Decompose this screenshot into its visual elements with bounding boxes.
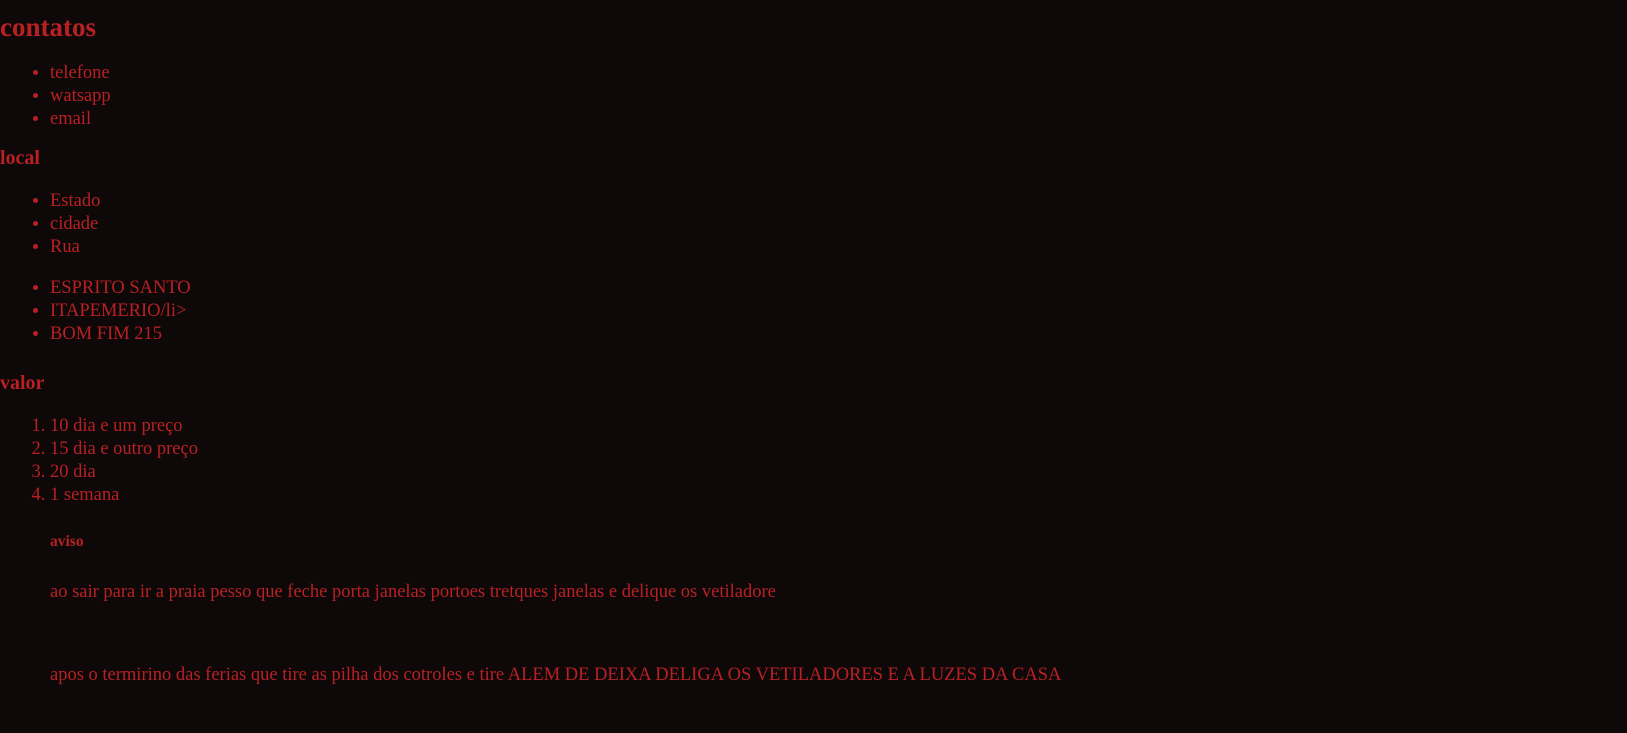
list-item-email: email: [50, 108, 1627, 131]
list-item-telefone: telefone: [50, 62, 1627, 85]
aviso-heading: aviso: [50, 533, 84, 550]
list-item-valor-1: 10 dia e um preço: [50, 415, 1627, 438]
local-heading: local: [0, 147, 40, 169]
list-item-estado: Estado: [50, 190, 1627, 213]
valor-heading: valor: [0, 372, 45, 394]
local-values-list: ESPRITO SANTO ITAPEMERIO/li> BOM FIM 215: [0, 277, 1627, 346]
list-item-estado-value: ESPRITO SANTO: [50, 277, 1627, 300]
list-item-rua-value: BOM FIM 215: [50, 323, 1627, 346]
aviso-paragraph-2: apos o termirino das ferias que tire as …: [50, 665, 1062, 685]
list-item-watsapp: watsapp: [50, 85, 1627, 108]
list-item-cidade-value: ITAPEMERIO/li>: [50, 300, 1627, 323]
list-item-valor-4: 1 semana: [50, 484, 1627, 507]
valor-list: 10 dia e um preço 15 dia e outro preço 2…: [0, 415, 1627, 507]
contatos-list: telefone watsapp email: [0, 62, 1627, 131]
contatos-heading: contatos: [0, 12, 96, 42]
list-item-valor-2: 15 dia e outro preço: [50, 438, 1627, 461]
list-item-valor-3: 20 dia: [50, 461, 1627, 484]
list-item-rua: Rua: [50, 236, 1627, 259]
local-labels-list: Estado cidade Rua: [0, 190, 1627, 259]
page: contatos telefone watsapp email local Es…: [0, 0, 1627, 687]
list-item-cidade: cidade: [50, 213, 1627, 236]
aviso-section: aviso ao sair para ir a praia pesso que …: [0, 533, 1627, 687]
aviso-paragraph-1: ao sair para ir a praia pesso que feche …: [50, 582, 776, 602]
